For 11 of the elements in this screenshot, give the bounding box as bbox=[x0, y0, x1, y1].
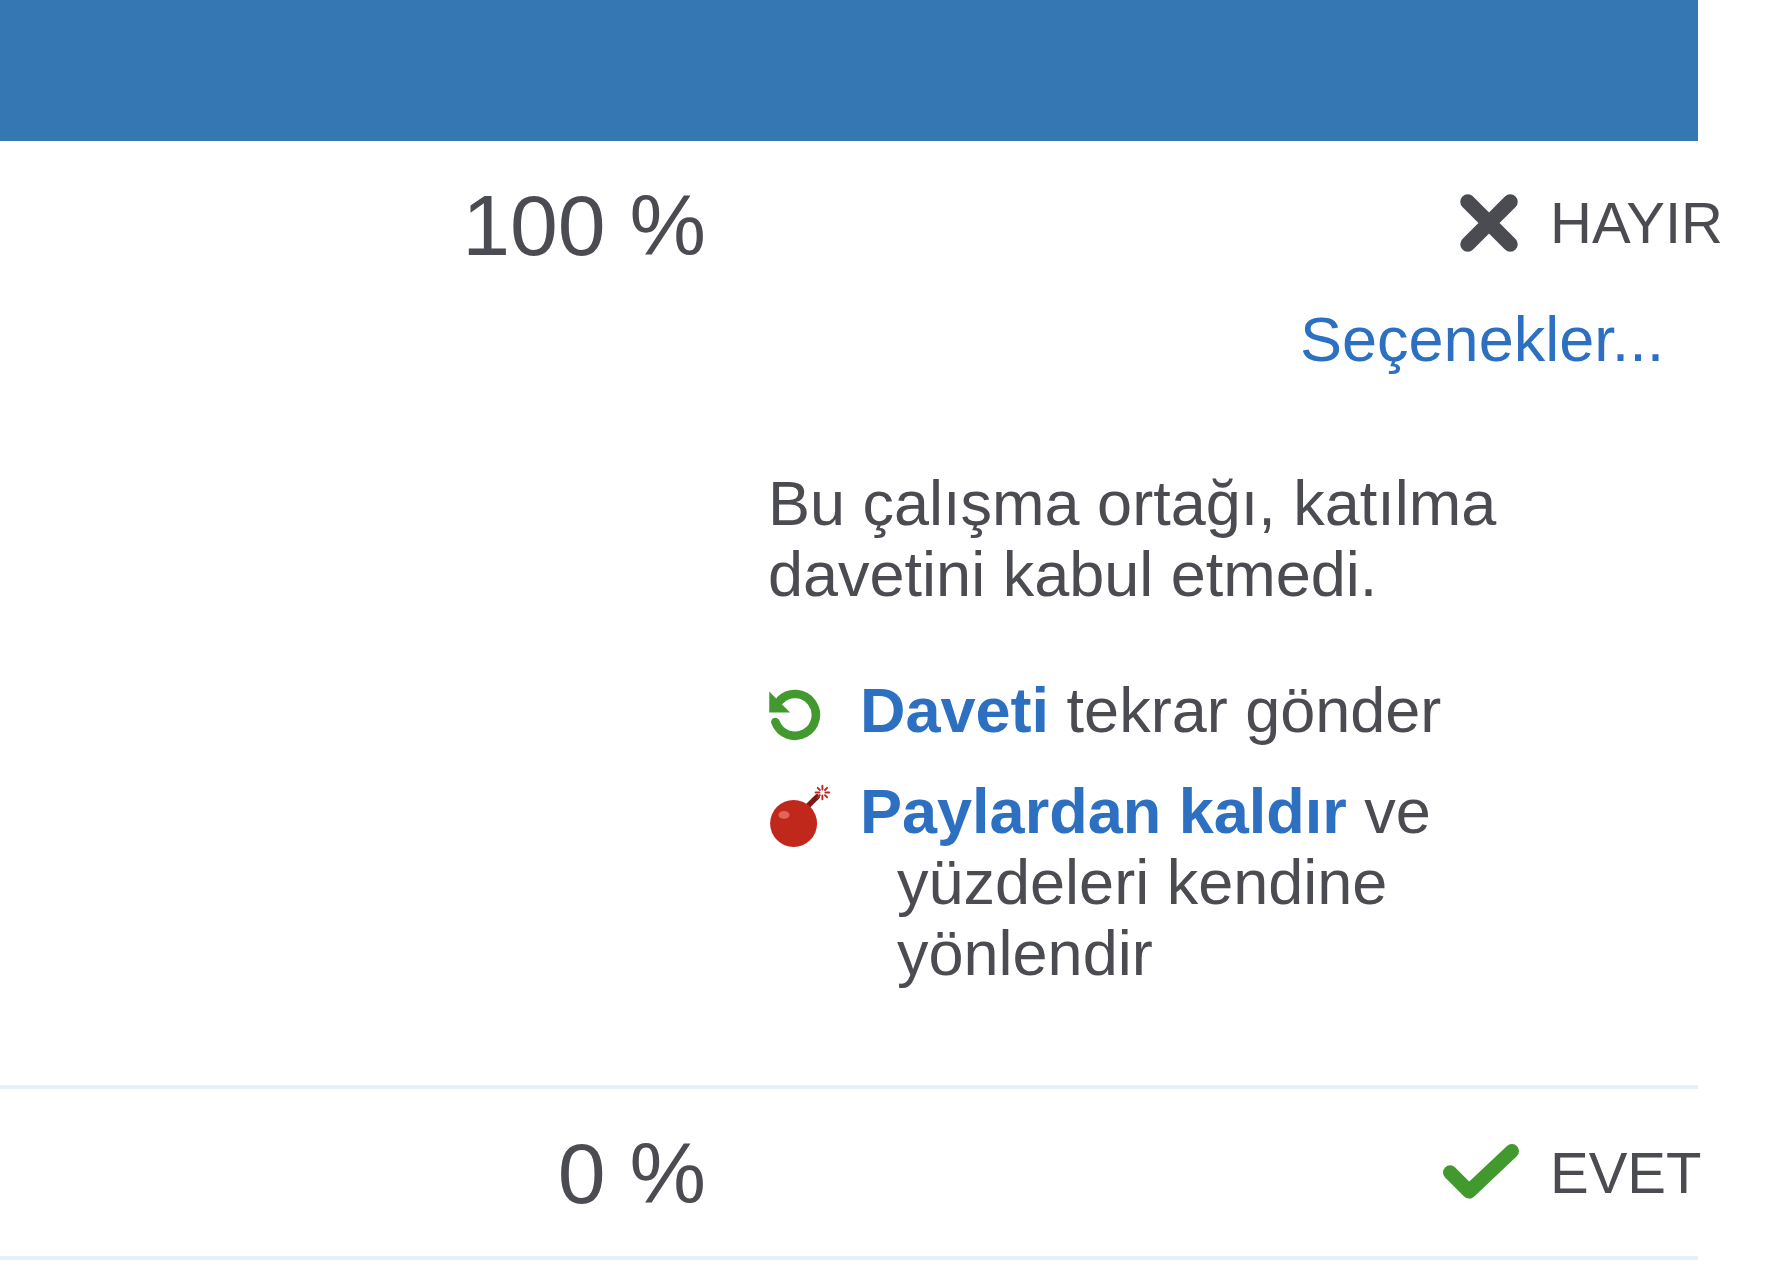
action-text: Daveti tekrar gönder bbox=[860, 675, 1442, 746]
action-text: Paylardan kaldır ve yüzdeleri kendine yönlendir bbox=[860, 776, 1432, 989]
options-link[interactable]: Seçenekler... bbox=[1300, 303, 1665, 375]
message-text: Bu çalışma ortağı, katılma davetini kabul etmedi. bbox=[768, 468, 1498, 610]
status-label: HAYIR bbox=[1550, 189, 1723, 257]
percentage-text: 0 % bbox=[557, 1129, 706, 1216]
status-label: EVET bbox=[1550, 1138, 1702, 1207]
bomb-icon bbox=[768, 783, 832, 849]
action-link[interactable]: Paylardan kaldır bbox=[860, 776, 1347, 846]
action-link[interactable]: Daveti bbox=[860, 675, 1050, 745]
percentage-text: 100 % bbox=[462, 182, 706, 268]
